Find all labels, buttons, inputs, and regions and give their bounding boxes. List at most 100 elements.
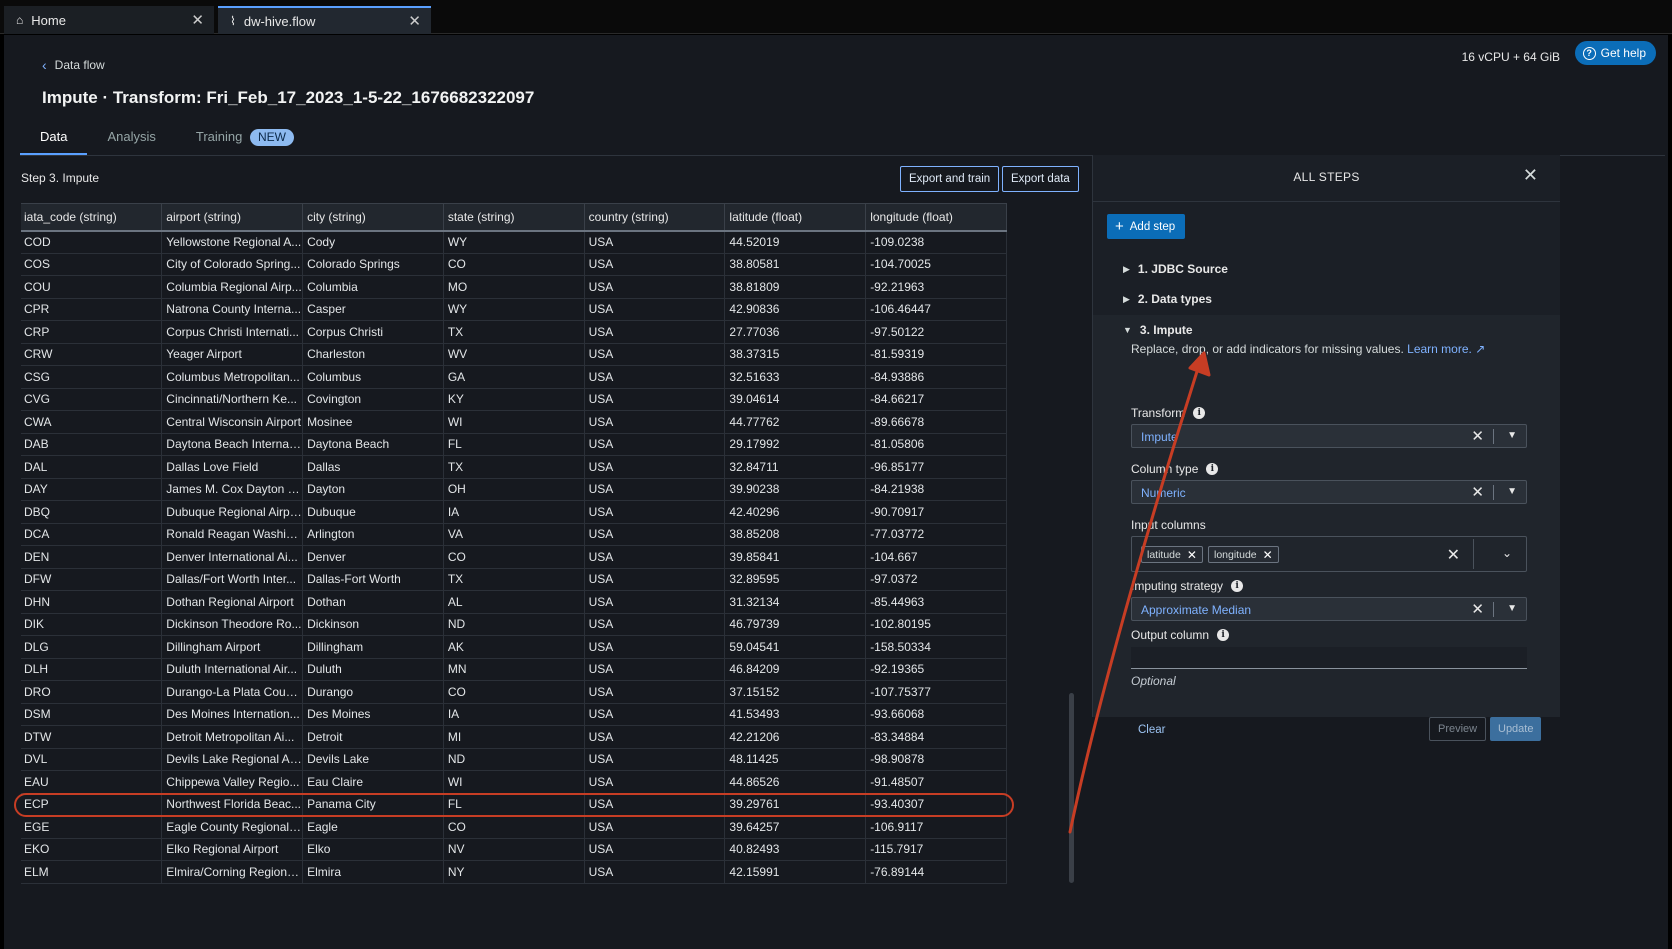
table-cell: EGE — [21, 815, 163, 839]
table-row[interactable]: DAB Daytona Beach Internat... Daytona Beac… — [21, 433, 1007, 456]
table-row[interactable]: EKO Elko Regional Airport Elko NV USA 40.8249… — [21, 838, 1007, 861]
table-row[interactable]: EGE Eagle County Regional ... Eagle CO USA 39… — [21, 815, 1007, 839]
close-icon[interactable]: ✕ — [1523, 165, 1538, 186]
table-row[interactable]: CRW Yeager Airport Charleston WV USA 38.37315… — [21, 343, 1007, 366]
app-window: ‹ Data flow Impute · Transform: Fri_Feb_… — [4, 35, 1668, 949]
step-jdbc-source[interactable]: ▶ 1. JDBC Source — [1123, 262, 1228, 276]
tab-data[interactable]: Data — [20, 125, 88, 155]
table-row[interactable]: DVL Devils Lake Regional Air... Devils Lak… — [21, 748, 1007, 771]
transform-label-text: Transform — [1131, 406, 1186, 420]
info-icon[interactable]: i — [1206, 463, 1219, 475]
dropdown-icon[interactable]: ▼ — [1507, 430, 1517, 441]
table-cell: USA — [584, 365, 726, 389]
table-cell: USA — [584, 860, 726, 884]
tab-flow[interactable]: ⌇ dw-hive.flow ✕ — [218, 6, 431, 34]
back-to-data-flow-link[interactable]: ‹ Data flow — [42, 57, 105, 73]
table-row[interactable]: DIK Dickinson Theodore Ro... Dickinson ND US… — [21, 613, 1007, 636]
clear-button[interactable]: Clear — [1138, 724, 1165, 736]
table-row[interactable]: DBQ Dubuque Regional Airport Dubuque IA USA 4… — [21, 500, 1007, 524]
table-row[interactable]: DLG Dillingham Airport Dillingham AK USA 59.0… — [21, 635, 1007, 659]
table-row[interactable]: CRP Corpus Christi Internati... Corpus Chr… — [21, 320, 1007, 344]
table-row[interactable]: CPR Natrona County Interna... Casper WY USA 4… — [21, 298, 1007, 321]
preview-button[interactable]: Preview — [1429, 717, 1487, 741]
get-help-button[interactable]: ? Get help — [1574, 41, 1656, 65]
column-type-select[interactable]: Numeric ✕ ▼ — [1131, 480, 1527, 504]
chevron-down-icon[interactable]: ⌄ — [1502, 546, 1512, 560]
column-header[interactable]: iata_code (string) — [21, 203, 163, 232]
table-row[interactable]: CWA Central Wisconsin Airport Mosinee WI USA… — [21, 410, 1007, 434]
table-row[interactable]: CVG Cincinnati/Northern Ke... Covington KY U… — [21, 388, 1007, 411]
close-tab-icon[interactable]: ✕ — [408, 12, 421, 30]
export-and-train-button[interactable]: Export and train — [900, 166, 1000, 192]
table-cell: Duluth International Air... — [161, 658, 304, 681]
column-header[interactable]: longitude (float) — [865, 203, 1007, 232]
table-row[interactable]: DFW Dallas/Fort Worth Inter... Dallas-Fort… — [21, 568, 1007, 591]
tab-home[interactable]: ⌂ Home ✕ — [4, 6, 214, 34]
update-button[interactable]: Update — [1490, 717, 1542, 741]
output-column-input[interactable] — [1131, 647, 1527, 669]
table-cell: -107.75377 — [865, 680, 1007, 704]
table-cell: -93.66068 — [865, 703, 1007, 726]
table-row[interactable]: DCA Ronald Reagan Washin... Arlington VA USA… — [21, 523, 1007, 546]
input-columns-multiselect[interactable]: latitude ✕ longitude ✕ ✕ ⌄ — [1131, 536, 1527, 572]
table-row[interactable]: DAY James M. Cox Dayton In... Dayton OH USA 3… — [21, 478, 1007, 501]
info-icon[interactable]: i — [1217, 629, 1230, 641]
info-icon[interactable]: i — [1231, 580, 1244, 592]
close-tab-icon[interactable]: ✕ — [191, 11, 204, 29]
table-row[interactable]: DLH Duluth International Air... Duluth MN US… — [21, 658, 1007, 681]
table-row[interactable]: ELM Elmira/Corning Regiona... Elmira NY USA 4… — [21, 860, 1007, 884]
clear-icon[interactable]: ✕ — [1471, 600, 1484, 618]
clear-icon[interactable]: ✕ — [1471, 483, 1484, 501]
table-row[interactable]: EAU Chippewa Valley Regio... Eau Claire WI U… — [21, 770, 1007, 794]
table-row[interactable]: DAL Dallas Love Field Dallas TX USA 32.84711-… — [21, 455, 1007, 479]
column-header[interactable]: latitude (float) — [724, 203, 867, 232]
table-cell: Columbus — [302, 365, 444, 389]
output-column-hint: Optional — [1131, 674, 1176, 688]
clear-icon[interactable]: ✕ — [1471, 427, 1484, 445]
table-cell: 46.79739 — [724, 613, 867, 636]
table-row[interactable]: DEN Denver International Ai... Denver CO USA… — [21, 545, 1007, 569]
remove-chip-icon[interactable]: ✕ — [1263, 548, 1273, 562]
table-cell: AL — [443, 590, 585, 614]
add-step-button[interactable]: + Add step — [1107, 214, 1186, 239]
table-cell: TX — [443, 568, 585, 591]
column-type-label-text: Column type — [1131, 462, 1199, 476]
step-impute[interactable]: ▼ 3. Impute — [1123, 323, 1193, 337]
imputing-strategy-label: Imputing strategy i — [1131, 579, 1244, 593]
instance-resources[interactable]: 16 vCPU + 64 GiB — [1462, 45, 1560, 69]
table-row[interactable]: DRO Durango-La Plata Coun... Durango CO USA 3… — [21, 680, 1007, 704]
table-cell: CPR — [21, 298, 163, 321]
table-cell: 38.37315 — [724, 343, 867, 366]
column-header[interactable]: airport (string) — [161, 203, 304, 232]
dropdown-icon[interactable]: ▼ — [1507, 486, 1517, 497]
table-cell: EAU — [21, 770, 163, 794]
export-data-button[interactable]: Export data — [1002, 166, 1079, 192]
dropdown-icon[interactable]: ▼ — [1507, 603, 1517, 614]
table-cell: 59.04541 — [724, 635, 867, 659]
table-cell: WY — [443, 230, 585, 254]
transform-select[interactable]: Impute ✕ ▼ — [1131, 424, 1527, 448]
column-header[interactable]: country (string) — [584, 203, 726, 232]
table-scrollbar[interactable] — [1069, 693, 1074, 883]
table-row[interactable]: COS City of Colorado Spring... Colorado Sp… — [21, 253, 1007, 276]
table-row[interactable]: DSM Des Moines Internation... Des Moines IA… — [21, 703, 1007, 726]
learn-more-link[interactable]: Learn more. — [1407, 342, 1472, 356]
table-cell: ND — [443, 613, 585, 636]
tab-analysis[interactable]: Analysis — [87, 125, 175, 155]
table-cell: OH — [443, 478, 585, 501]
info-icon[interactable]: i — [1193, 407, 1206, 419]
table-cell: Duluth — [302, 658, 444, 681]
imputing-strategy-select[interactable]: Approximate Median ✕ ▼ — [1131, 597, 1527, 621]
clear-icon[interactable]: ✕ — [1447, 545, 1460, 565]
remove-chip-icon[interactable]: ✕ — [1187, 548, 1197, 562]
table-row[interactable]: COD Yellowstone Regional A... Cody WY USA 44.… — [21, 230, 1007, 254]
table-row[interactable]: COU Columbia Regional Airp... Columbia MO US… — [21, 275, 1007, 299]
column-header[interactable]: city (string) — [302, 203, 444, 232]
table-row[interactable]: CSG Columbus Metropolitan... Columbus GA USA… — [21, 365, 1007, 389]
table-row[interactable]: DHN Dothan Regional Airport Dothan AL USA 31.… — [21, 590, 1007, 614]
table-cell: NV — [443, 838, 585, 861]
table-row[interactable]: DTW Detroit Metropolitan Ai... Detroit MI US… — [21, 725, 1007, 749]
tab-training[interactable]: Training NEW — [176, 125, 314, 155]
column-header[interactable]: state (string) — [443, 203, 585, 232]
step-data-types[interactable]: ▶ 2. Data types — [1123, 292, 1212, 306]
